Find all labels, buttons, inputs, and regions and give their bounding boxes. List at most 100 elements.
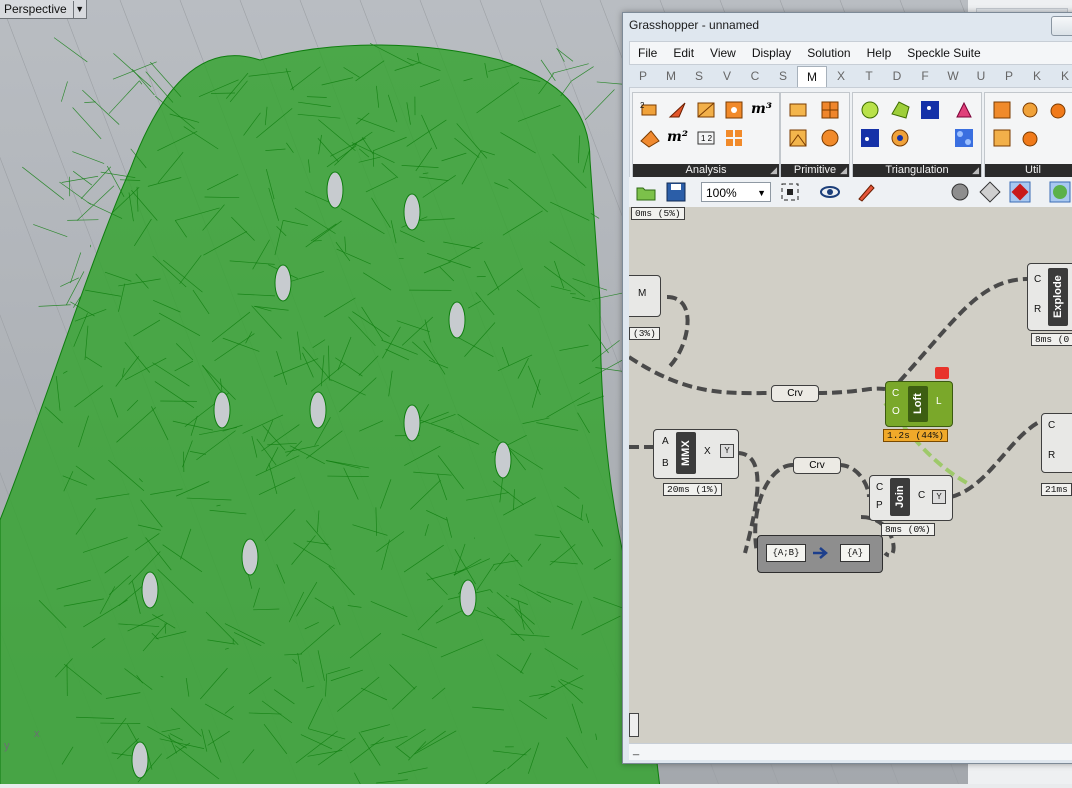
tab-k2[interactable]: K <box>1051 69 1072 83</box>
preview-mesh-icon[interactable] <box>1049 181 1071 203</box>
area-icon[interactable]: m² <box>667 129 688 145</box>
face-boxes-icon[interactable] <box>723 127 745 149</box>
panel-stub[interactable] <box>629 713 639 737</box>
tab-maths[interactable]: M <box>657 69 685 83</box>
tab-mesh[interactable]: M <box>797 65 827 87</box>
tab-params[interactable]: P <box>629 69 657 83</box>
tab-u[interactable]: U <box>967 69 995 83</box>
panel-expand-icon[interactable]: ◢ <box>770 165 777 176</box>
loft-input-c: C <box>892 388 900 399</box>
mmx-component[interactable]: A B MMX X Y <box>653 429 739 479</box>
mesh-box-icon[interactable] <box>787 99 809 121</box>
loft-input-o: O <box>892 406 900 417</box>
loft-nickname: Loft <box>908 386 928 422</box>
menu-speckle-suite[interactable]: Speckle Suite <box>899 46 988 60</box>
svg-text:2: 2 <box>640 101 645 110</box>
sketch-pen-icon[interactable] <box>855 181 877 203</box>
preview-selected-icon[interactable] <box>1009 181 1031 203</box>
tab-p[interactable]: P <box>995 69 1023 83</box>
save-file-icon[interactable] <box>665 181 687 203</box>
facet-dome-icon[interactable] <box>953 99 975 121</box>
zoom-extents-icon[interactable] <box>779 181 801 203</box>
proximity-icon[interactable] <box>889 127 911 149</box>
panel-expand-icon[interactable]: ◢ <box>972 165 979 176</box>
quadtree-icon[interactable] <box>953 127 975 149</box>
mesh-inclusion-icon[interactable] <box>639 127 661 149</box>
menu-bar: File Edit View Display Solution Help Spe… <box>629 41 1072 65</box>
viewport-dropdown-icon[interactable]: ▼ <box>72 0 86 18</box>
menu-file[interactable]: File <box>630 46 665 60</box>
window-close-button[interactable] <box>1051 16 1072 36</box>
mesh-closest-icon[interactable] <box>723 99 745 121</box>
grasshopper-window[interactable]: Grasshopper - unnamed File Edit View Dis… <box>622 12 1072 764</box>
warning-balloon-icon[interactable] <box>935 367 949 379</box>
explode-component[interactable]: C R Explode <box>1027 263 1072 331</box>
flatten-icon: Y <box>720 444 734 458</box>
join-timing: 8ms (0%) <box>881 523 935 536</box>
menu-help[interactable]: Help <box>859 46 900 60</box>
cull-faces-icon[interactable] <box>1019 99 1041 121</box>
preview-wireframe-icon[interactable] <box>949 181 971 203</box>
menu-edit[interactable]: Edit <box>665 46 702 60</box>
mesh-edges-icon[interactable] <box>695 99 717 121</box>
zoom-select[interactable]: 100% ▼ <box>701 182 771 202</box>
menu-display[interactable]: Display <box>744 46 799 60</box>
tab-curve[interactable]: C <box>741 69 769 83</box>
path-mapper-source: {A;B} <box>766 544 806 562</box>
face-normals-icon[interactable]: 1 2 <box>695 127 717 149</box>
tab-k1[interactable]: K <box>1023 69 1051 83</box>
blur-mesh-icon[interactable] <box>991 99 1013 121</box>
mesh-plane-icon[interactable] <box>819 99 841 121</box>
taskbar-edge <box>0 784 1072 788</box>
menu-solution[interactable]: Solution <box>799 46 858 60</box>
path-mapper-component[interactable]: {A;B} {A} <box>757 535 883 573</box>
loft-component[interactable]: C O Loft L <box>885 381 953 427</box>
disjoint-mesh-icon[interactable] <box>1019 127 1041 149</box>
exposure-icon[interactable] <box>991 127 1013 149</box>
mesh-quad-icon[interactable] <box>787 127 809 149</box>
tab-transform[interactable]: T <box>855 69 883 83</box>
voronoi-icon[interactable] <box>919 99 941 121</box>
tab-surface[interactable]: S <box>769 69 797 83</box>
ribbon-panel-util: Util <box>984 92 1072 178</box>
substrate-icon[interactable] <box>859 127 881 149</box>
explode-nickname: Explode <box>1048 268 1068 326</box>
right-input-c: C <box>1048 420 1056 431</box>
mmx-output-x: X <box>704 446 711 457</box>
mesh-area-icon[interactable]: 2 <box>639 99 661 121</box>
ribbon-panel-primitive: Primitive ◢ <box>780 92 850 178</box>
delaunay-icon[interactable] <box>889 99 911 121</box>
deconstruct-icon[interactable] <box>667 99 689 121</box>
convex-hull-icon[interactable] <box>859 99 881 121</box>
preview-shaded-icon[interactable] <box>979 181 1001 203</box>
menu-view[interactable]: View <box>702 46 744 60</box>
join-component[interactable]: C P Join C Y <box>869 475 953 521</box>
viewport-label[interactable]: Perspective ▼ <box>0 0 87 19</box>
axis-x-label: x <box>34 728 40 740</box>
join-nickname: Join <box>890 478 910 516</box>
mmx-input-a: A <box>662 436 669 447</box>
right-input-r: R <box>1048 450 1056 461</box>
tab-display[interactable]: D <box>883 69 911 83</box>
m-component[interactable]: M <box>629 275 661 317</box>
delete-faces-icon[interactable] <box>1047 99 1069 121</box>
explode-input-r: R <box>1034 304 1042 315</box>
m-input-label: M <box>638 288 647 299</box>
volume-icon[interactable]: m³ <box>751 101 772 117</box>
tab-sets[interactable]: S <box>685 69 713 83</box>
tab-intersect[interactable]: X <box>827 69 855 83</box>
right-component[interactable]: C R <box>1041 413 1072 473</box>
preview-eye-icon[interactable] <box>819 181 841 203</box>
tab-vector[interactable]: V <box>713 69 741 83</box>
mesh-sphere-icon[interactable] <box>819 127 841 149</box>
curve-param-2[interactable]: Crv <box>793 457 841 474</box>
panel-expand-icon[interactable]: ◢ <box>840 165 847 176</box>
loft-timing: 1.2s (44%) <box>883 429 949 442</box>
grasshopper-canvas[interactable]: 0ms (5%) M (3%) C R Explode 8ms (0 Crv C… <box>629 207 1072 743</box>
tab-w[interactable]: W <box>939 69 967 83</box>
zoom-value: 100% <box>706 186 737 200</box>
tab-f[interactable]: F <box>911 69 939 83</box>
open-file-icon[interactable] <box>635 181 657 203</box>
graft-icon: Y <box>932 490 946 504</box>
curve-param-1[interactable]: Crv <box>771 385 819 402</box>
